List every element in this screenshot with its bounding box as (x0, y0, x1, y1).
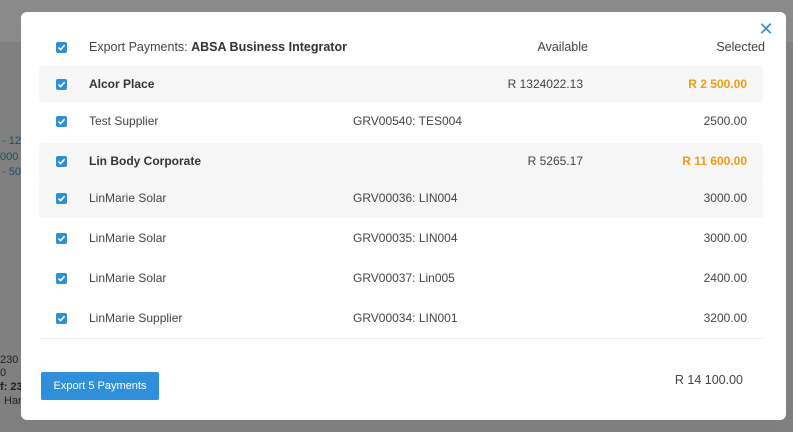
group-selected-amount: R 2 500.00 (688, 77, 747, 91)
backdrop-text: 230 (0, 354, 19, 366)
payment-row: LinMarie Solar GRV00036: LIN004 3000.00 (39, 178, 763, 218)
header-row: Export Payments: ABSA Business Integrato… (39, 36, 765, 58)
total-amount: R 14 100.00 (674, 373, 743, 387)
backdrop-text: - 50 (2, 166, 21, 178)
grv-reference: GRV00034: LIN001 (353, 311, 458, 325)
supplier-name: LinMarie Solar (89, 271, 167, 285)
supplier-name: LinMarie Solar (89, 191, 167, 205)
payment-checkbox[interactable] (56, 313, 67, 324)
grv-reference: GRV00037: Lin005 (353, 271, 455, 285)
backdrop-text: 000 (0, 151, 19, 163)
payment-amount: 2400.00 (703, 271, 747, 285)
list-divider (39, 338, 763, 339)
group-selected-amount: R 11 600.00 (682, 154, 747, 168)
group-checkbox[interactable] (56, 79, 67, 90)
payment-checkbox[interactable] (56, 233, 67, 244)
group-available: R 1324022.13 (507, 77, 583, 91)
grv-reference: GRV00036: LIN004 (353, 191, 458, 205)
select-all-checkbox[interactable] (56, 42, 67, 53)
export-payments-button[interactable]: Export 5 Payments (41, 372, 159, 400)
payment-checkbox[interactable] (56, 273, 67, 284)
title-prefix: Export Payments: (89, 40, 192, 54)
title-integrator: ABSA Business Integrator (191, 40, 347, 54)
payment-row: Test Supplier GRV00540: TES004 2500.00 (39, 102, 763, 140)
payment-amount: 3000.00 (703, 231, 747, 245)
payment-amount: 3000.00 (703, 191, 747, 205)
modal-title: Export Payments: ABSA Business Integrato… (89, 40, 347, 54)
payment-amount: 2500.00 (703, 114, 747, 128)
supplier-name: LinMarie Supplier (89, 311, 183, 325)
grv-reference: GRV00540: TES004 (353, 114, 462, 128)
grv-reference: GRV00035: LIN004 (353, 231, 458, 245)
payment-row: LinMarie Solar GRV00035: LIN004 3000.00 (39, 218, 763, 258)
payment-row: LinMarie Solar GRV00037: Lin005 2400.00 (39, 258, 763, 298)
payment-checkbox[interactable] (56, 193, 67, 204)
supplier-name: Test Supplier (89, 114, 159, 128)
export-payments-modal: ✕ Export Payments: ABSA Business Integra… (21, 12, 786, 420)
backdrop-text: f: 23 (0, 381, 23, 393)
payment-row: LinMarie Supplier GRV00034: LIN001 3200.… (39, 298, 763, 338)
selected-column-header: Selected (716, 40, 765, 54)
supplier-name: LinMarie Solar (89, 231, 167, 245)
group-row: Lin Body Corporate R 5265.17 R 11 600.00 (39, 143, 763, 179)
group-available: R 5265.17 (527, 154, 583, 168)
backdrop-text: - 12 (2, 135, 21, 147)
group-name: Alcor Place (89, 77, 155, 91)
backdrop-text: 0 (0, 367, 7, 379)
payment-amount: 3200.00 (703, 311, 747, 325)
group-row: Alcor Place R 1324022.13 R 2 500.00 (39, 66, 763, 102)
payment-checkbox[interactable] (56, 116, 67, 127)
available-column-header: Available (537, 40, 588, 54)
group-name: Lin Body Corporate (89, 154, 202, 168)
group-checkbox[interactable] (56, 156, 67, 167)
